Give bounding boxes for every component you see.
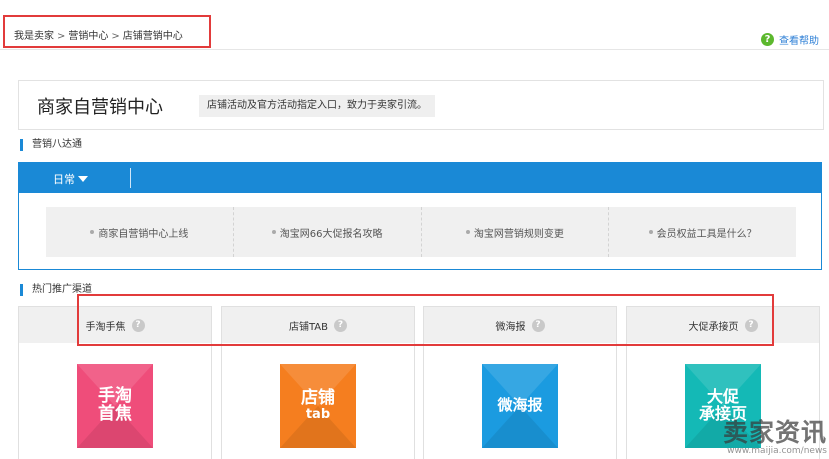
breadcrumb-item[interactable]: 营销中心 [68,31,108,42]
page-header: 商家自营销中心 店铺活动及官方活动指定入口，致力于卖家引流。 [18,80,824,130]
news-link-label: 商家自营销中心上线 [98,228,189,240]
news-link[interactable]: 淘宝网66大促报名攻略 [234,207,422,257]
news-link-label: 淘宝网营销规则变更 [473,228,564,240]
tile-text: 店铺 [301,388,335,409]
question-circle-icon: ? [761,33,774,46]
bullet-icon [271,230,276,234]
tile-text: tab [305,407,331,423]
news-link[interactable]: 商家自营销中心上线 [46,207,234,257]
breadcrumb-separator: > [111,31,120,42]
channel-tile[interactable]: 手淘 首焦 [77,364,153,448]
top-bar: 我是卖家 > 营销中心 > 店铺营销中心 ? 查看帮助 [0,10,829,50]
news-link[interactable]: 淘宝网营销规则变更 [422,207,610,257]
page-description: 店铺活动及官方活动指定入口，致力于卖家引流。 [199,95,435,117]
help-label[interactable]: 查看帮助 [779,32,819,47]
marketing-panel: 日常 商家自营销中心上线 淘宝网66大促报名攻略 淘宝网营销规则变更 会员权益工… [18,162,822,270]
breadcrumb: 我是卖家 > 营销中心 > 店铺营销中心 [14,27,183,42]
daily-dropdown[interactable]: 日常 [53,171,88,187]
triangle-down-icon [78,176,88,182]
channel-tile[interactable]: 店铺 tab [280,364,356,448]
tile-text: 首焦 [98,404,132,424]
bullet-icon [90,230,95,234]
bullet-icon [648,230,653,234]
news-link-label: 会员权益工具是什么？ [656,228,757,240]
channel-headers-highlight [77,294,774,346]
tab-divider [130,168,131,188]
watermark-url: www.maijia.com/news [727,446,827,456]
watermark: 卖家资讯 www.maijia.com/news [722,418,827,457]
channel-tile[interactable]: 微海报 [482,364,558,448]
news-link-label: 淘宝网66大促报名攻略 [279,228,383,240]
section-title-marketing: 营销八达通 [20,139,82,151]
breadcrumb-item-current: 店铺营销中心 [122,31,183,42]
panel-tab-bar: 日常 [19,163,821,193]
breadcrumb-separator: > [57,31,66,42]
news-link[interactable]: 会员权益工具是什么？ [609,207,796,257]
news-links: 商家自营销中心上线 淘宝网66大促报名攻略 淘宝网营销规则变更 会员权益工具是什… [46,207,796,257]
breadcrumb-item[interactable]: 我是卖家 [14,31,54,42]
tile-text: 微海报 [497,396,543,415]
watermark-text: 卖家资讯 [722,418,827,447]
daily-dropdown-label: 日常 [53,173,75,186]
bullet-icon [465,230,470,234]
help-link[interactable]: ? 查看帮助 [761,32,819,47]
page-title: 商家自营销中心 [37,97,163,118]
